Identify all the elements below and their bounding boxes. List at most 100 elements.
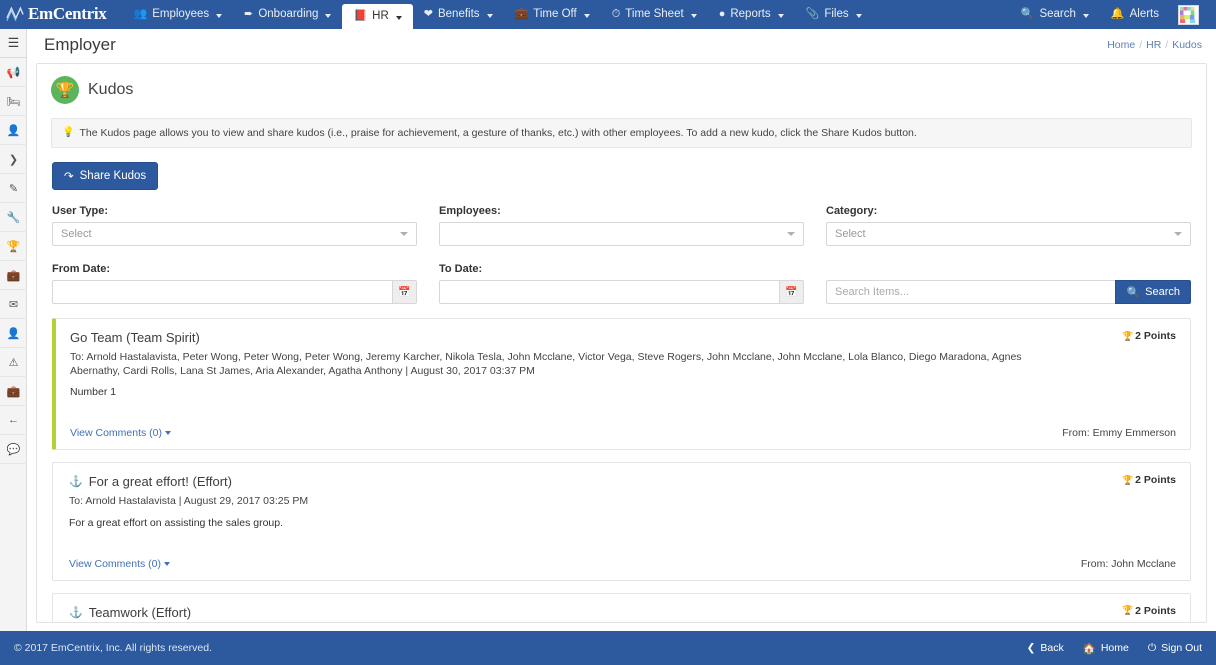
from-date-field[interactable]: 📅 [52, 280, 417, 304]
user-menu[interactable] [1170, 4, 1208, 25]
sidebar-item-announcements[interactable]: 📢 [0, 58, 27, 87]
nav-label: Onboarding [258, 8, 319, 20]
brand-logo[interactable]: EmCentrix [0, 4, 123, 29]
nav-item-onboarding[interactable]: ➨ Onboarding [233, 0, 342, 29]
kudos-title-text: Teamwork (Effort) [88, 604, 192, 620]
from-date-label: From Date: [52, 263, 111, 275]
category-label: Category: [826, 205, 878, 217]
briefcase-icon: 💼 [6, 269, 21, 282]
sidebar-toggle-button[interactable]: ☰ [0, 29, 27, 58]
filter-from-date: From Date: 📅 [52, 263, 417, 304]
chevron-down-icon [1082, 13, 1089, 18]
trophy-icon: 🏆 [1121, 605, 1134, 616]
view-comments-link[interactable]: View Comments (0) [69, 558, 170, 570]
left-sidebar-rail: ☰ 📢 🛏 👤 ❯ ✎ 🔧 🏆 💼 ✉ 👤 ⚠ 💼 ← 💬 [0, 29, 27, 665]
breadcrumb-item-kudos[interactable]: Kudos [1172, 39, 1202, 51]
edit-icon: ✎ [8, 182, 19, 195]
user-type-select[interactable]: Select [52, 222, 417, 246]
sidebar-item-back[interactable]: ← [0, 406, 27, 435]
employees-select[interactable] [439, 222, 804, 246]
comment-icon: 💬 [6, 443, 21, 456]
chevron-down-icon [400, 232, 408, 236]
wrench-icon: 🔧 [6, 211, 21, 224]
nav-item-time-off[interactable]: 💼 Time Off [504, 0, 601, 29]
search-button[interactable]: 🔍 Search [1115, 280, 1191, 304]
bed-icon: 🛏 [6, 95, 21, 108]
share-kudos-button[interactable]: ↷ Share Kudos [52, 162, 159, 190]
users-icon: 👥 [133, 8, 148, 20]
megaphone-icon: 📢 [6, 66, 21, 79]
breadcrumb-item-hr[interactable]: HR [1146, 39, 1161, 51]
sidebar-item-add-employee[interactable]: 👤 [0, 116, 27, 145]
page-header: Employer Home / HR / Kudos [27, 29, 1216, 60]
pie-chart-icon: ● [718, 8, 726, 20]
points-badge: 🏆 2 Points [1122, 605, 1176, 617]
main-menu: 👥 Employees ➨ Onboarding 📕 HR ❤ Benefits… [123, 0, 873, 29]
sidebar-item-edit[interactable]: ✎ [0, 174, 27, 203]
sidebar-item-comments[interactable]: 💬 [0, 435, 27, 464]
category-value: Select [835, 228, 866, 240]
breadcrumb-item-home[interactable]: Home [1107, 39, 1135, 51]
search-button-label: Search [1145, 286, 1180, 298]
kudos-title: ⚓ Teamwork (Effort) [69, 605, 1026, 620]
kudos-sender: From: John Mcclane [1080, 557, 1176, 570]
breadcrumb-separator: / [1139, 38, 1143, 51]
nav-label: Benefits [437, 8, 480, 20]
chevron-down-icon [165, 431, 171, 436]
kudos-card-content: ⚓ Teamwork (Effort) To: Agnes Abernathy … [69, 605, 1026, 622]
points-label: 2 Points [1135, 604, 1176, 617]
calendar-icon[interactable]: 📅 [779, 281, 803, 303]
nav-label: Time Sheet [625, 8, 684, 20]
nav-item-employees[interactable]: 👥 Employees [123, 0, 234, 29]
view-comments-link[interactable]: View Comments (0) [70, 427, 171, 439]
sidebar-item-profile[interactable]: 👤 [0, 319, 27, 348]
nav-label: HR [372, 10, 389, 22]
view-comments-label: View Comments (0) [69, 557, 161, 570]
filter-to-date: To Date: 📅 [439, 263, 804, 304]
nav-item-time-sheet[interactable]: ⏱ Time Sheet [601, 0, 708, 29]
sidebar-item-messages[interactable]: ✉ [0, 290, 27, 319]
sidebar-item-benefits[interactable]: 💼 [0, 377, 27, 406]
to-date-label: To Date: [439, 263, 483, 275]
paper-plane-icon: ➨ [244, 8, 254, 20]
user-icon: 👤 [6, 327, 21, 340]
emcentrix-logo-icon [6, 5, 24, 21]
nav-item-search[interactable]: 🔍 Search [1010, 0, 1100, 29]
nav-label: Time Off [533, 8, 577, 20]
chevron-down-icon [583, 13, 590, 18]
power-icon: ⏻ [1147, 641, 1157, 654]
to-date-input[interactable] [440, 281, 779, 303]
sidebar-item-kudos[interactable]: 🏆 [0, 232, 27, 261]
lightbulb-icon: 💡 [62, 127, 75, 138]
home-icon: 🏠 [1082, 642, 1096, 655]
home-button[interactable]: 🏠 Home [1083, 642, 1129, 655]
sidebar-item-jobs[interactable]: 💼 [0, 261, 27, 290]
nav-item-hr[interactable]: 📕 HR [342, 4, 413, 29]
nav-item-reports[interactable]: ● Reports [708, 0, 795, 29]
sidebar-item-alerts[interactable]: ⚠ [0, 348, 27, 377]
anchor-icon: ⚓ [69, 606, 83, 619]
nav-item-alerts[interactable]: 🔔 Alerts [1100, 0, 1170, 29]
kudos-panel: 🏆 Kudos 💡 The Kudos page allows you to v… [36, 63, 1207, 623]
category-select[interactable]: Select [826, 222, 1191, 246]
to-date-field[interactable]: 📅 [439, 280, 804, 304]
kudos-card-meta: 🏆 2 Points From: Emmy Emmerson [1026, 330, 1176, 439]
kudos-title-text: For a great effort! (Effort) [88, 474, 233, 490]
sidebar-item-time-off[interactable]: 🛏 [0, 87, 27, 116]
info-banner-text: The Kudos page allows you to view and sh… [79, 127, 917, 139]
sidebar-item-expand[interactable]: ❯ [0, 145, 27, 174]
sidebar-item-tools[interactable]: 🔧 [0, 203, 27, 232]
nav-item-benefits[interactable]: ❤ Benefits [413, 0, 504, 29]
trophy-icon: 🏆 [1121, 474, 1134, 485]
from-date-input[interactable] [53, 281, 392, 303]
kudos-card: ⚓ Teamwork (Effort) To: Agnes Abernathy … [52, 592, 1191, 622]
search-input[interactable] [826, 280, 1116, 304]
share-kudos-label: Share Kudos [79, 170, 147, 182]
calendar-icon[interactable]: 📅 [392, 281, 416, 303]
back-button[interactable]: ❮ Back [1027, 642, 1064, 655]
filter-row-2: From Date: 📅 To Date: 📅 . 🔍 [52, 263, 1191, 304]
nav-item-files[interactable]: 📎 Files [795, 0, 873, 29]
employees-label: Employees: [439, 205, 501, 217]
chevron-down-icon [855, 13, 862, 18]
sign-out-button[interactable]: ⏻ Sign Out [1148, 642, 1202, 655]
